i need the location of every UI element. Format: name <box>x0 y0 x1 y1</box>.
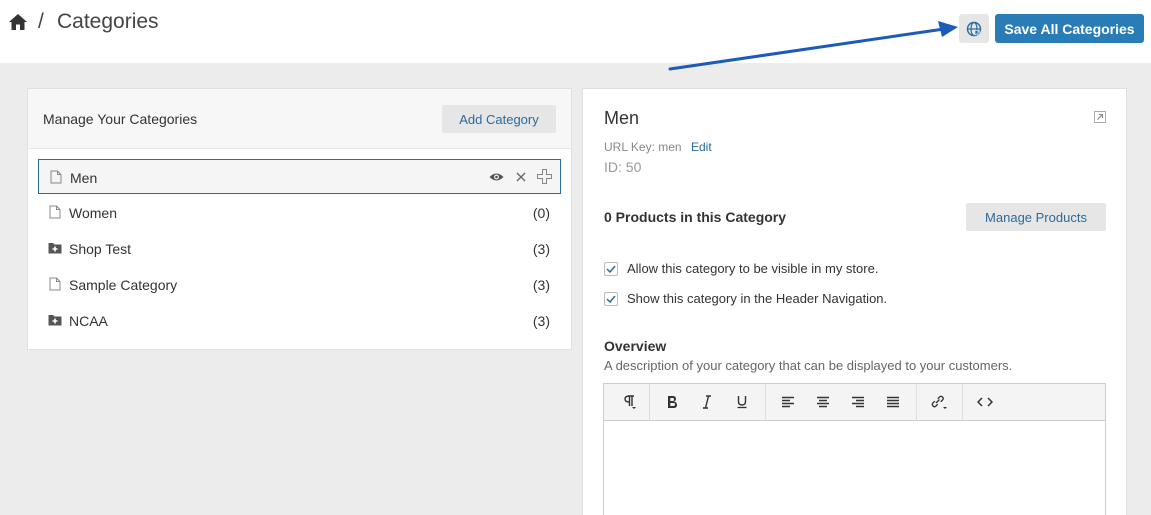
close-icon[interactable] <box>513 169 528 184</box>
url-key: URL Key: men <box>604 140 682 154</box>
toolbar-divider <box>649 384 650 421</box>
category-actions <box>489 169 552 184</box>
align-right-icon[interactable] <box>848 393 868 411</box>
category-name: Shop Test <box>69 241 132 257</box>
visible-in-store-label: Allow this category to be visible in my … <box>627 261 879 276</box>
paragraph-format-icon[interactable] <box>619 393 639 411</box>
align-left-icon[interactable] <box>778 393 798 411</box>
page-icon <box>49 277 61 291</box>
overview-editor[interactable] <box>603 383 1106 515</box>
globe-button[interactable] <box>959 14 989 43</box>
move-icon[interactable] <box>537 169 552 184</box>
category-row-women[interactable]: Women (0) <box>38 195 561 230</box>
editor-toolbar <box>604 384 1105 421</box>
link-icon[interactable] <box>929 393 949 411</box>
page-icon <box>49 205 61 219</box>
expand-icon[interactable] <box>1094 111 1106 123</box>
products-count: 0 Products in this Category <box>604 209 787 225</box>
page-icon <box>50 170 62 184</box>
globe-icon <box>966 21 982 36</box>
category-title: Men <box>604 108 640 128</box>
category-row-shop-test[interactable]: Shop Test (3) <box>38 231 561 266</box>
align-center-icon[interactable] <box>813 393 833 411</box>
category-row-men[interactable]: Men <box>38 159 561 194</box>
toolbar-divider <box>916 384 917 421</box>
italic-icon[interactable] <box>697 393 717 411</box>
manage-categories-panel: Manage Your Categories Add Category Men … <box>27 88 572 350</box>
page-title: Categories <box>57 10 159 33</box>
category-count: (3) <box>532 313 550 329</box>
eye-icon[interactable] <box>489 169 504 184</box>
category-name: Sample Category <box>69 277 178 293</box>
category-row-ncaa[interactable]: NCAA (3) <box>38 303 561 338</box>
visible-in-store-checkbox[interactable] <box>604 261 618 276</box>
category-count: (3) <box>532 241 550 257</box>
top-bar: / Categories Save All Categories <box>0 0 1151 71</box>
folder-plus-icon[interactable] <box>48 313 62 327</box>
header-navigation-option: Show this category in the Header Navigat… <box>604 291 887 306</box>
overview-title: Overview <box>604 338 667 354</box>
panel-header: Manage Your Categories Add Category <box>28 89 571 149</box>
category-name: Women <box>69 205 117 221</box>
category-name: Men <box>70 170 98 186</box>
annotation-arrow <box>668 21 958 71</box>
manage-products-button[interactable]: Manage Products <box>966 203 1106 231</box>
category-id: ID: 50 <box>604 159 642 175</box>
save-all-categories-button[interactable]: Save All Categories <box>995 14 1144 43</box>
panel-title: Manage Your Categories <box>43 111 198 127</box>
code-view-icon[interactable] <box>975 393 995 411</box>
overview-description: A description of your category that can … <box>604 358 1013 373</box>
header-navigation-label: Show this category in the Header Navigat… <box>627 291 888 306</box>
toolbar-divider <box>962 384 963 421</box>
bold-icon[interactable] <box>662 393 682 411</box>
category-count: (3) <box>532 277 550 293</box>
add-category-button[interactable]: Add Category <box>442 105 556 133</box>
header-navigation-checkbox[interactable] <box>604 291 618 306</box>
align-justify-icon[interactable] <box>883 393 903 411</box>
home-icon[interactable] <box>8 12 28 32</box>
underline-icon[interactable] <box>732 393 752 411</box>
edit-url-key-link[interactable]: Edit <box>691 140 712 154</box>
visible-in-store-option: Allow this category to be visible in my … <box>604 261 878 276</box>
folder-plus-icon[interactable] <box>48 241 62 255</box>
breadcrumb-separator: / <box>38 10 44 33</box>
category-detail-panel: Men URL Key: men Edit ID: 50 0 Products … <box>582 88 1127 515</box>
category-name: NCAA <box>69 313 108 329</box>
category-count: (0) <box>532 205 550 221</box>
toolbar-divider <box>765 384 766 421</box>
category-row-sample-category[interactable]: Sample Category (3) <box>38 267 561 302</box>
